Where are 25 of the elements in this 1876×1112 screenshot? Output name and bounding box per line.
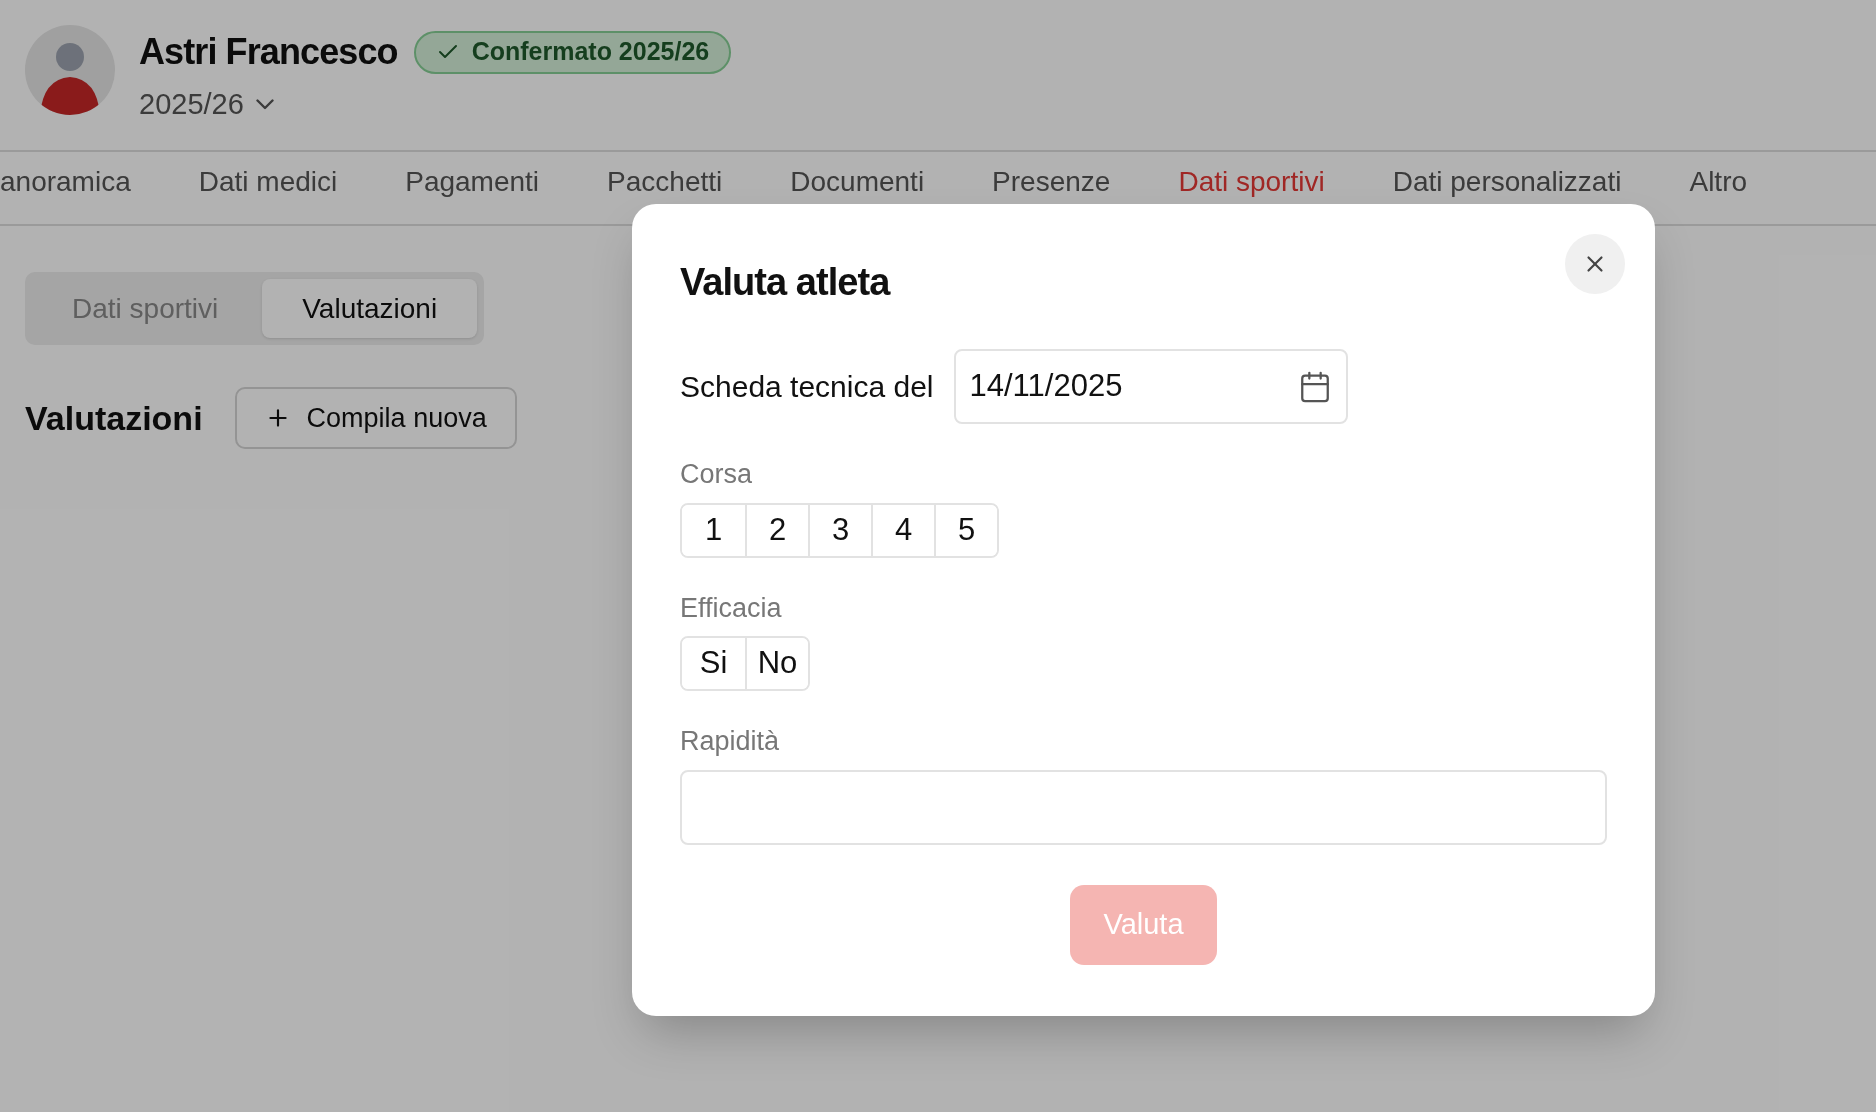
tab[interactable]: Altro bbox=[1655, 166, 1782, 198]
status-badge: Confermato 2025/26 bbox=[413, 30, 732, 74]
season-dropdown[interactable]: 2025/26 bbox=[139, 83, 732, 127]
text-field[interactable] bbox=[680, 769, 1607, 845]
segment-tab[interactable]: Valutazioni bbox=[262, 279, 478, 338]
tab[interactable]: Dati sportivi bbox=[1144, 166, 1359, 198]
tab[interactable]: Documenti bbox=[756, 166, 959, 198]
tab[interactable]: Pacchetti bbox=[573, 166, 757, 198]
field-label: Corsa bbox=[680, 458, 754, 491]
tab[interactable]: anoramica bbox=[0, 166, 165, 198]
tab[interactable]: Dati personalizzati bbox=[1358, 166, 1656, 198]
dialog-title: Valuta atleta bbox=[680, 260, 890, 305]
chevron-down-icon bbox=[255, 99, 274, 111]
field-label: Rapidità bbox=[680, 725, 781, 758]
rating-option[interactable]: 5 bbox=[934, 504, 997, 556]
rating-option[interactable]: No bbox=[745, 638, 808, 689]
field-label: Efficacia bbox=[680, 591, 783, 625]
section-title: Valutazioni bbox=[25, 397, 203, 439]
tab[interactable]: Pagamenti bbox=[371, 166, 574, 198]
date-field[interactable]: 14/11/2025 bbox=[953, 349, 1348, 424]
tab[interactable]: Dati medici bbox=[164, 166, 372, 198]
date-label: Scheda tecnica del bbox=[680, 369, 934, 405]
tab[interactable]: Presenze bbox=[958, 166, 1145, 198]
athlete-name: Astri Francesco bbox=[139, 30, 398, 74]
new-evaluation-button[interactable]: Compila nuova bbox=[234, 387, 517, 449]
